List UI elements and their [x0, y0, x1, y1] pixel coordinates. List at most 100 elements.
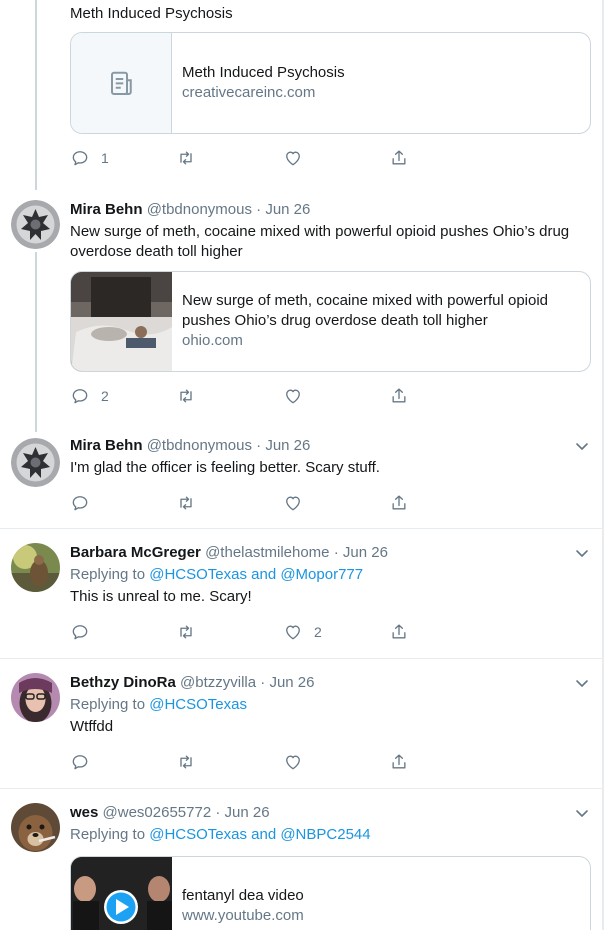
tweet-header: Mira Behn @tbdnonymous · Jun 26 — [70, 200, 590, 220]
card-domain: www.youtube.com — [182, 907, 304, 924]
author-name[interactable]: Mira Behn — [70, 437, 143, 454]
share-button[interactable] — [389, 386, 409, 406]
share-button[interactable] — [389, 148, 409, 168]
tweet[interactable]: Meth Induced Psychosis Meth Induced Psyc… — [0, 0, 602, 186]
tweet[interactable]: Mira Behn @tbdnonymous · Jun 26 New surg… — [0, 186, 602, 426]
like-button[interactable]: 2 — [283, 622, 322, 642]
chevron-down-icon[interactable] — [574, 803, 590, 823]
tweet-date[interactable]: Jun 26 — [343, 544, 388, 561]
tweet[interactable]: wes @wes02655772 · Jun 26 Replying to @H… — [0, 789, 602, 930]
like-button[interactable] — [283, 148, 303, 168]
card-title: fentanyl dea video — [182, 887, 304, 904]
tweet-header: Barbara McGreger @thelastmilehome · Jun … — [70, 543, 590, 563]
like-button[interactable] — [283, 386, 303, 406]
tweet-text: I'm glad the officer is feeling better. … — [70, 459, 380, 476]
retweet-button[interactable] — [176, 493, 196, 513]
chevron-down-icon[interactable] — [574, 543, 590, 563]
like-count: 2 — [314, 624, 322, 640]
retweet-icon — [180, 389, 192, 403]
retweet-button[interactable] — [176, 752, 196, 772]
reply-icon — [72, 151, 88, 166]
share-button[interactable] — [389, 622, 409, 642]
author-name[interactable]: Mira Behn — [70, 201, 143, 218]
author-handle[interactable]: @btzzyvilla — [180, 674, 256, 691]
reply-count: 1 — [101, 150, 109, 166]
author-handle[interactable]: @wes02655772 — [103, 804, 212, 821]
tweet[interactable]: Bethzy DinoRa @btzzyvilla · Jun 26 Reply… — [0, 659, 602, 789]
share-button[interactable] — [389, 752, 409, 772]
tweet-header: Mira Behn @tbdnonymous · Jun 26 — [70, 436, 590, 456]
heart-icon — [286, 625, 300, 640]
avatar[interactable] — [11, 803, 60, 852]
author-name[interactable]: Bethzy DinoRa — [70, 674, 176, 691]
card-title: Meth Induced Psychosis — [182, 64, 345, 81]
replying-to: Replying to @HCSOTexas and @NBPC2544 — [70, 825, 590, 845]
replying-to: Replying to @HCSOTexas and @Mopor777 — [70, 565, 590, 585]
author-handle[interactable]: @tbdnonymous — [147, 201, 252, 218]
reply-button[interactable] — [70, 752, 90, 772]
replying-prefix: Replying to — [70, 696, 150, 713]
retweet-icon — [180, 496, 192, 510]
author-name[interactable]: wes — [70, 804, 98, 821]
separator-dot: · — [333, 544, 339, 561]
share-button[interactable] — [389, 493, 409, 513]
like-button[interactable] — [283, 493, 303, 513]
avatar[interactable] — [11, 200, 60, 249]
tweet-date[interactable]: Jun 26 — [265, 437, 310, 454]
separator-dot: · — [215, 804, 221, 821]
reply-button[interactable]: 2 — [70, 386, 109, 406]
retweet-button[interactable] — [176, 622, 196, 642]
card-thumbnail — [71, 857, 173, 930]
replying-prefix: Replying to — [70, 826, 150, 843]
replying-to-link[interactable]: @HCSOTexas and @NBPC2544 — [149, 826, 370, 843]
replying-to: Replying to @HCSOTexas — [70, 695, 590, 715]
retweet-button[interactable] — [176, 386, 196, 406]
author-handle[interactable]: @tbdnonymous — [147, 437, 252, 454]
share-icon — [392, 388, 406, 403]
link-card[interactable]: Meth Induced Psychosis creativecareinc.c… — [70, 32, 591, 134]
tweet[interactable]: Barbara McGreger @thelastmilehome · Jun … — [0, 529, 602, 659]
replying-to-link[interactable]: @HCSOTexas — [149, 696, 247, 713]
card-domain: creativecareinc.com — [182, 84, 316, 101]
replying-to-link[interactable]: @HCSOTexas and @Mopor777 — [149, 566, 363, 583]
author-name[interactable]: Barbara McGreger — [70, 544, 201, 561]
reply-button[interactable]: 1 — [70, 148, 109, 168]
reply-icon — [72, 625, 88, 640]
separator-dot: · — [256, 437, 262, 454]
reply-icon — [72, 389, 88, 404]
share-icon — [392, 624, 406, 639]
avatar[interactable] — [11, 673, 60, 722]
tweet-date[interactable]: Jun 26 — [265, 201, 310, 218]
retweet-icon — [180, 755, 192, 769]
tweet[interactable]: Mira Behn @tbdnonymous · Jun 26 I'm glad… — [0, 426, 602, 529]
tweet-text: This is unreal to me. Scary! — [70, 588, 252, 605]
card-title: New surge of meth, cocaine mixed with po… — [182, 292, 549, 329]
heart-icon — [286, 151, 300, 166]
author-handle[interactable]: @thelastmilehome — [205, 544, 329, 561]
reply-button[interactable] — [70, 622, 90, 642]
tweet-header: wes @wes02655772 · Jun 26 — [70, 803, 590, 823]
article-icon — [111, 71, 132, 95]
tweet-date[interactable]: Jun 26 — [225, 804, 270, 821]
share-icon — [392, 754, 406, 769]
retweet-button[interactable] — [176, 148, 196, 168]
video-thumbnail-icon — [71, 857, 173, 930]
reply-count: 2 — [101, 388, 109, 404]
retweet-icon — [180, 151, 192, 165]
heart-icon — [286, 496, 300, 511]
replying-prefix: Replying to — [70, 566, 150, 583]
tweet-text: New surge of meth, cocaine mixed with po… — [70, 223, 570, 260]
avatar[interactable] — [11, 543, 60, 592]
tweet-date[interactable]: Jun 26 — [269, 674, 314, 691]
heart-icon — [286, 389, 300, 404]
chevron-down-icon[interactable] — [574, 436, 590, 456]
link-card[interactable]: New surge of meth, cocaine mixed with po… — [70, 271, 591, 372]
chevron-down-icon[interactable] — [574, 673, 590, 693]
video-card[interactable]: fentanyl dea video www.youtube.com — [70, 856, 591, 930]
separator-dot: · — [256, 201, 262, 218]
reply-button[interactable] — [70, 493, 90, 513]
like-button[interactable] — [283, 752, 303, 772]
card-thumbnail — [71, 272, 172, 371]
avatar[interactable] — [11, 438, 60, 487]
reply-icon — [72, 755, 88, 770]
